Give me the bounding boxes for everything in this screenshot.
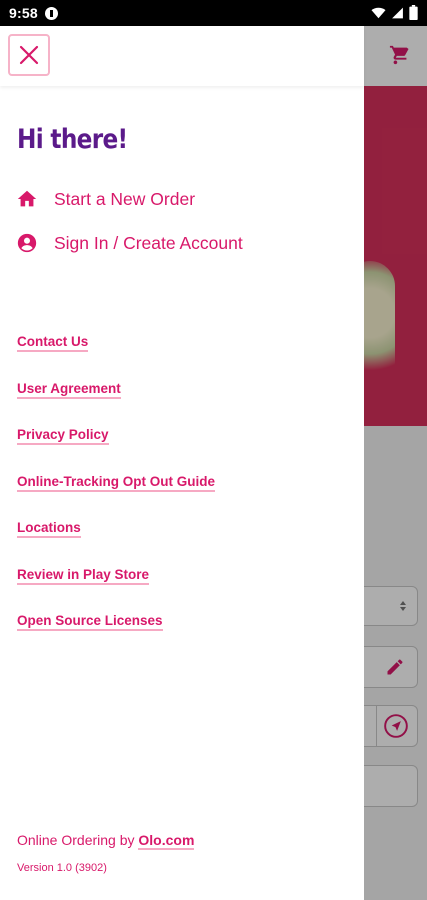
close-icon xyxy=(19,45,39,65)
greeting-heading: Hi there! xyxy=(17,124,128,155)
status-icons xyxy=(371,5,418,20)
review-in-play-store-link[interactable]: Review in Play Store xyxy=(17,567,150,585)
contact-us-link[interactable]: Contact Us xyxy=(17,334,89,352)
sign-in-create-account-label: Sign In / Create Account xyxy=(54,232,243,253)
wifi-icon xyxy=(371,7,386,18)
online-tracking-opt-out-link[interactable]: Online-Tracking Opt Out Guide xyxy=(17,474,216,492)
status-time: 9:58 xyxy=(9,5,38,21)
signal-icon xyxy=(392,7,403,18)
version-label: Version 1.0 (3902) xyxy=(17,862,107,874)
notification-icon xyxy=(44,6,58,20)
user-agreement-link[interactable]: User Agreement xyxy=(17,381,121,399)
close-button[interactable] xyxy=(8,34,50,76)
locations-link[interactable]: Locations xyxy=(17,520,81,538)
navigation-drawer: Hi there! Start a New Order Sign In / Cr… xyxy=(0,26,364,900)
start-new-order-label: Start a New Order xyxy=(54,188,196,209)
footer-credit: Online Ordering by Olo.com xyxy=(17,832,195,850)
open-source-licenses-link[interactable]: Open Source Licenses xyxy=(17,613,163,631)
sign-in-create-account-link[interactable]: Sign In / Create Account xyxy=(16,230,243,256)
status-bar: 9:58 xyxy=(0,0,427,26)
olo-link[interactable]: Olo.com xyxy=(138,832,195,850)
battery-icon xyxy=(409,5,418,20)
drawer-header xyxy=(0,26,364,86)
home-icon xyxy=(16,188,38,210)
start-new-order-link[interactable]: Start a New Order xyxy=(16,186,195,212)
privacy-policy-link[interactable]: Privacy Policy xyxy=(17,427,109,445)
footer-prefix: Online Ordering by xyxy=(17,832,139,848)
account-circle-icon xyxy=(16,232,38,254)
